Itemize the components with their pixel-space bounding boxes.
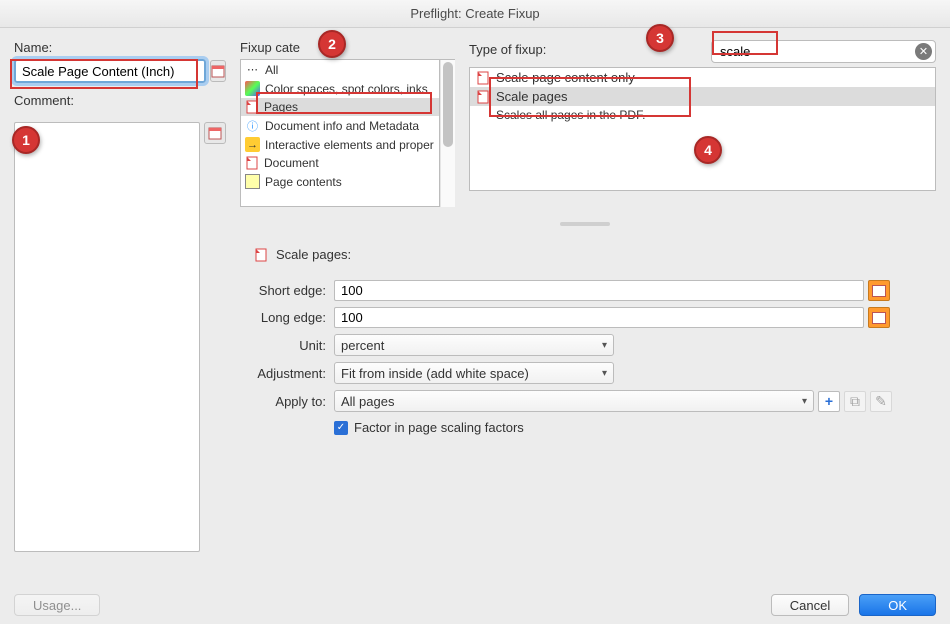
categories-list[interactable]: ⋯ All Color spaces, spot colors, inks Pag… bbox=[240, 60, 440, 207]
content-area: Name: Comment: Fixup cate bbox=[0, 28, 950, 568]
ok-label: OK bbox=[888, 598, 907, 613]
fixup-item-label: Scale pages bbox=[496, 89, 568, 104]
cancel-label: Cancel bbox=[790, 598, 830, 613]
calendar-icon bbox=[208, 126, 222, 140]
cancel-button[interactable]: Cancel bbox=[771, 594, 849, 616]
comment-var-button[interactable] bbox=[204, 122, 226, 144]
ok-button[interactable]: OK bbox=[859, 594, 936, 616]
apply-to-label: Apply to: bbox=[240, 394, 326, 409]
fixup-item-desc: Scales all pages in the PDF. bbox=[470, 106, 935, 124]
panel-title-row: Scale pages: bbox=[254, 247, 930, 262]
close-icon: ✕ bbox=[919, 45, 928, 58]
usage-label: Usage... bbox=[33, 598, 81, 613]
fixup-scale-pages[interactable]: Scale pages bbox=[470, 87, 935, 106]
factor-checkbox[interactable]: ✓ bbox=[334, 421, 348, 435]
unit-label: Unit: bbox=[240, 338, 326, 353]
info-icon: ⓘ bbox=[245, 118, 260, 133]
apply-to-select[interactable]: All pages bbox=[334, 390, 814, 412]
categories-column: Fixup cate ⋯ All Color spaces, spot color… bbox=[240, 40, 455, 207]
callout-1: 1 bbox=[12, 126, 40, 154]
name-var-button[interactable] bbox=[210, 60, 226, 82]
pdf-icon bbox=[254, 248, 268, 262]
pdf-icon bbox=[245, 100, 259, 114]
dots-icon: ⋯ bbox=[245, 62, 260, 77]
category-interactive[interactable]: → Interactive elements and proper bbox=[241, 135, 439, 154]
apply-to-value: All pages bbox=[341, 394, 394, 409]
search-wrap: ✕ bbox=[711, 40, 936, 63]
grip-icon bbox=[560, 222, 610, 226]
category-pagecontents[interactable]: Page contents bbox=[241, 172, 439, 191]
check-icon: ✓ bbox=[337, 422, 345, 433]
comment-textarea[interactable] bbox=[14, 122, 200, 552]
name-input[interactable] bbox=[14, 59, 206, 83]
unit-select[interactable]: percent bbox=[334, 334, 614, 356]
long-edge-input[interactable] bbox=[334, 307, 864, 328]
right-area: Fixup cate ⋯ All Color spaces, spot color… bbox=[240, 40, 936, 568]
clear-search-button[interactable]: ✕ bbox=[915, 43, 932, 60]
category-label: Page contents bbox=[265, 175, 342, 189]
panel-title: Scale pages: bbox=[276, 247, 351, 262]
callout-3: 3 bbox=[646, 24, 674, 52]
adjustment-label: Adjustment: bbox=[240, 366, 326, 381]
copy-icon: ⧉ bbox=[850, 393, 860, 410]
category-label: Document info and Metadata bbox=[265, 119, 419, 133]
name-label: Name: bbox=[14, 40, 226, 55]
category-label: All bbox=[265, 63, 278, 77]
pencil-icon: ✎ bbox=[875, 393, 887, 410]
categories-label: Fixup cate bbox=[240, 40, 455, 55]
scroll-thumb[interactable] bbox=[443, 62, 453, 147]
pdf-icon bbox=[476, 71, 490, 85]
category-docinfo[interactable]: ⓘ Document info and Metadata bbox=[241, 116, 439, 135]
short-edge-input[interactable] bbox=[334, 280, 864, 301]
category-document[interactable]: Document bbox=[241, 154, 439, 172]
preflight-window: Preflight: Create Fixup Name: Comment: bbox=[0, 0, 950, 624]
category-all[interactable]: ⋯ All bbox=[241, 60, 439, 79]
short-edge-label: Short edge: bbox=[240, 283, 326, 298]
fixup-type-list[interactable]: Scale page content only Scale pages Scal… bbox=[469, 67, 936, 191]
fixup-scale-content[interactable]: Scale page content only bbox=[470, 68, 935, 87]
category-pages[interactable]: Pages bbox=[241, 98, 439, 116]
callout-2: 2 bbox=[318, 30, 346, 58]
category-color[interactable]: Color spaces, spot colors, inks bbox=[241, 79, 439, 98]
factor-checkbox-label: Factor in page scaling factors bbox=[354, 420, 524, 435]
long-edge-label: Long edge: bbox=[240, 310, 326, 325]
search-input[interactable] bbox=[711, 40, 936, 63]
edit-button: ✎ bbox=[870, 391, 892, 412]
pdf-icon bbox=[476, 90, 490, 104]
pdf-icon bbox=[245, 156, 259, 170]
category-label: Pages bbox=[264, 100, 298, 114]
factor-checkbox-row[interactable]: ✓ Factor in page scaling factors bbox=[334, 420, 930, 435]
unit-value: percent bbox=[341, 338, 384, 353]
adjustment-value: Fit from inside (add white space) bbox=[341, 366, 529, 381]
footer: Usage... Cancel OK bbox=[14, 594, 936, 616]
adjustment-select[interactable]: Fit from inside (add white space) bbox=[334, 362, 614, 384]
categories-scrollbar[interactable] bbox=[440, 60, 455, 207]
calendar-icon bbox=[211, 64, 225, 78]
short-edge-var-button[interactable] bbox=[868, 280, 890, 301]
comment-label: Comment: bbox=[14, 93, 226, 108]
left-column: Name: Comment: bbox=[14, 40, 226, 568]
color-icon bbox=[245, 81, 260, 96]
callout-4: 4 bbox=[694, 136, 722, 164]
add-page-range-button[interactable]: + bbox=[818, 391, 840, 412]
page-icon bbox=[245, 174, 260, 189]
divider-handle[interactable] bbox=[240, 219, 930, 229]
category-label: Document bbox=[264, 156, 319, 170]
settings-panel: Scale pages: Short edge: Long edge: Unit… bbox=[240, 219, 930, 435]
long-edge-var-button[interactable] bbox=[868, 307, 890, 328]
arrow-icon: → bbox=[245, 137, 260, 152]
fixup-column: Type of fixup: ✕ Scale page content only… bbox=[469, 40, 936, 207]
duplicate-button: ⧉ bbox=[844, 391, 866, 412]
fixup-item-label: Scale page content only bbox=[496, 70, 635, 85]
usage-button: Usage... bbox=[14, 594, 100, 616]
fixup-type-label: Type of fixup: bbox=[469, 42, 546, 57]
window-title: Preflight: Create Fixup bbox=[0, 0, 950, 28]
category-label: Color spaces, spot colors, inks bbox=[265, 82, 428, 96]
category-label: Interactive elements and proper bbox=[265, 138, 434, 152]
